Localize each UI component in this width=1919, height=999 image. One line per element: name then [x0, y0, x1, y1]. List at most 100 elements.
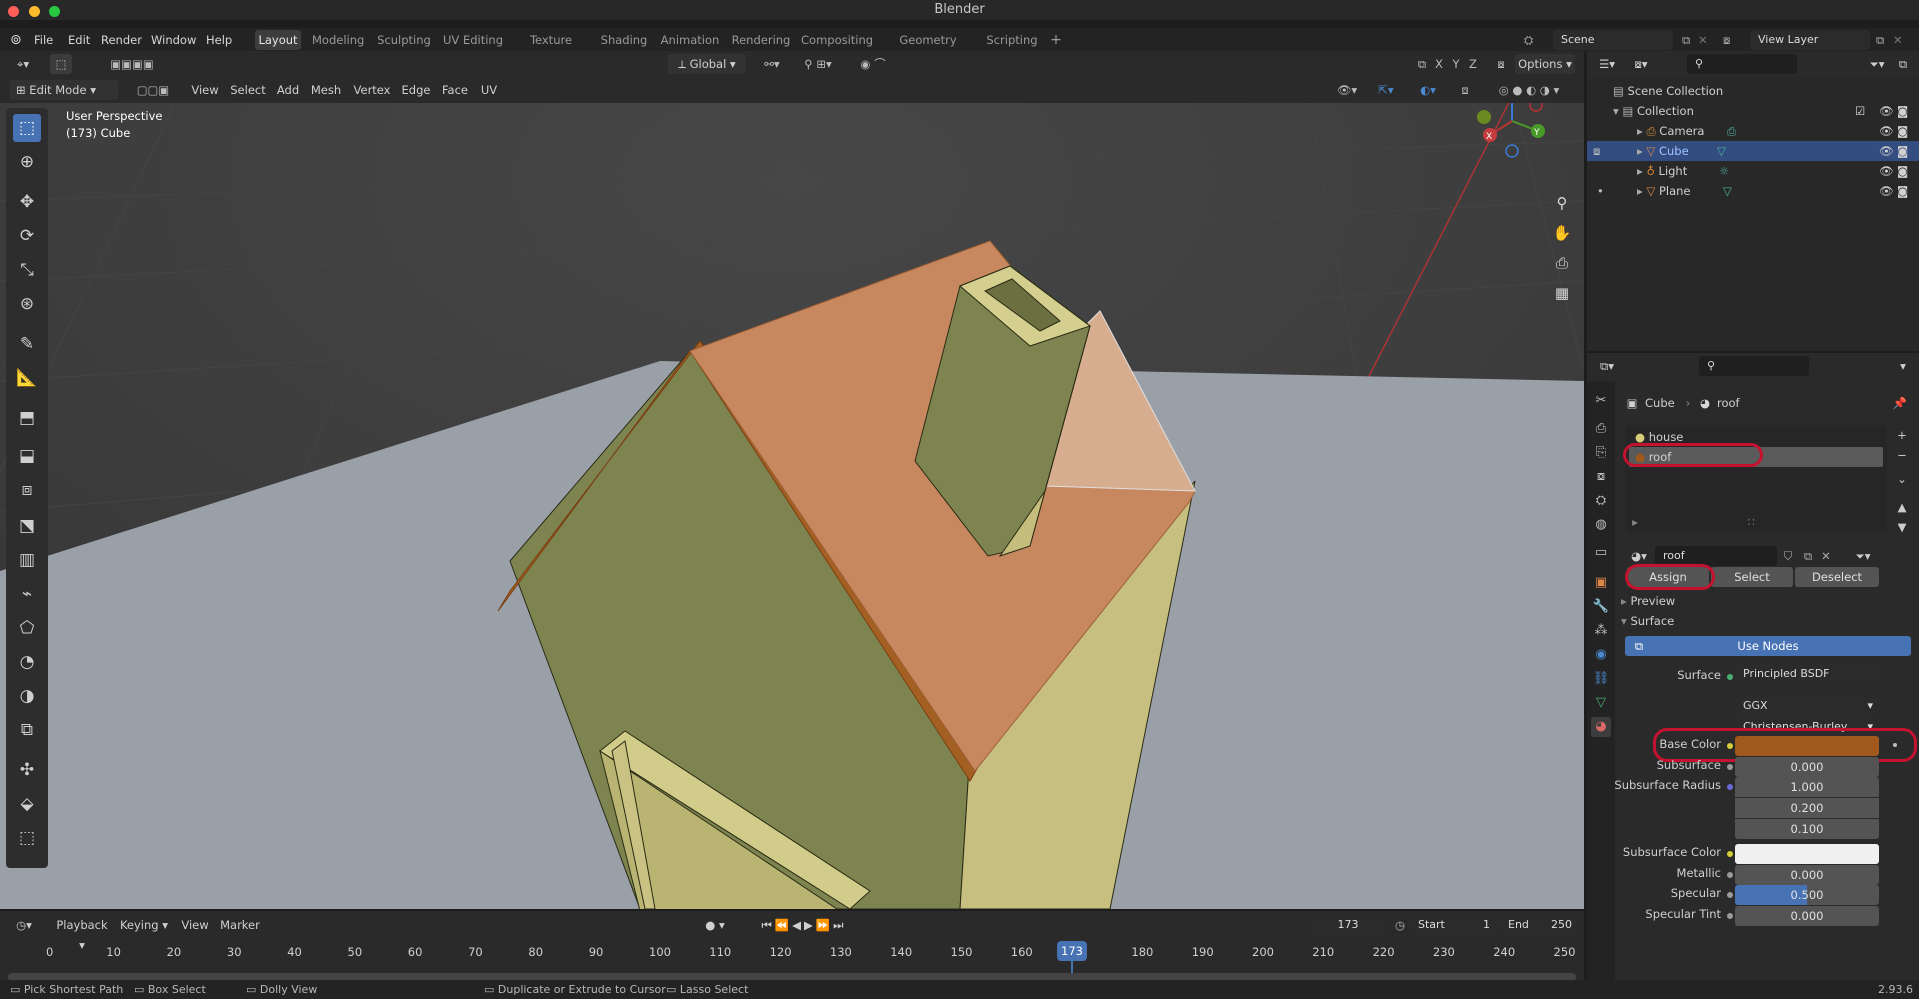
move-slot-up-icon[interactable]: ▲ — [1893, 497, 1911, 517]
gizmo-toggle-icon[interactable]: ⇱▾ — [1368, 80, 1404, 100]
menu-select[interactable]: Select — [230, 80, 266, 100]
menu-help[interactable]: Help — [206, 28, 232, 52]
timeline-ruler[interactable]: 0 10 20 30 40 50 60 70 80 90 100 110 120 130 140 150 160… — [0, 943, 1584, 963]
browse-material-icon[interactable]: ◕▾ — [1625, 546, 1653, 566]
menu-keying[interactable]: Keying ▾ — [118, 915, 170, 935]
knife-icon[interactable]: ⌁ — [13, 580, 41, 608]
tab-modeling[interactable]: Modeling — [312, 30, 364, 50]
shrink-fatten-icon[interactable]: ✣ — [13, 756, 41, 784]
tab-compositing[interactable]: Compositing — [801, 30, 873, 50]
mode-selector[interactable]: ⊞ Edit Mode ▾ — [10, 80, 118, 100]
object-tab-icon[interactable]: ▣ — [1591, 573, 1611, 593]
view-layer-tab-icon[interactable]: ⧇ — [1591, 467, 1611, 487]
clock-icon[interactable]: ◷ — [1392, 915, 1408, 935]
delete-scene-icon[interactable]: ✕ — [1698, 28, 1708, 52]
close-window-button[interactable] — [8, 6, 19, 17]
inset-icon[interactable]: ⧈ — [13, 476, 41, 504]
playback-controls[interactable]: ⏮⏪◀▶⏩⏭ — [746, 915, 862, 935]
rip-region-icon[interactable]: ⬚ — [13, 824, 41, 852]
subsurface-radius-y[interactable]: 0.200 — [1735, 798, 1879, 818]
menu-file[interactable]: File — [34, 28, 53, 52]
transform-icon[interactable]: ⊛ — [13, 290, 41, 318]
maximize-window-button[interactable] — [49, 6, 60, 17]
auto-merge-icon[interactable]: ⧇ — [1492, 54, 1510, 74]
material-name-field[interactable]: roof — [1655, 546, 1777, 566]
menu-view[interactable]: View — [190, 80, 220, 100]
add-cube-icon[interactable]: ⬒ — [13, 404, 41, 432]
outliner-item-plane[interactable]: • ▸ ▽ Plane ▽ 👁 ◙ — [1587, 181, 1919, 201]
render-camera-icon[interactable]: ◙ — [1897, 121, 1908, 141]
link-mode-icon[interactable]: ⏷▾ — [1849, 546, 1877, 566]
render-camera-icon[interactable]: ◙ — [1897, 161, 1908, 181]
select-tool-icon[interactable]: ⬚ — [50, 54, 72, 74]
select-button[interactable]: Select — [1711, 567, 1793, 587]
unlink-material-icon[interactable]: ✕ — [1817, 546, 1835, 566]
subsurface-field[interactable]: 0.000 — [1735, 757, 1879, 777]
snap-icon[interactable]: ⚲ ⊞▾ — [793, 54, 843, 74]
mirror-axis-z[interactable]: Z — [1466, 54, 1480, 74]
minimize-window-button[interactable] — [29, 6, 40, 17]
visibility-eye-icon[interactable]: 👁 — [1879, 101, 1894, 121]
proportional-edit-icon[interactable]: ◉ ⌒ — [853, 54, 893, 74]
tab-sculpting[interactable]: Sculpting — [376, 30, 432, 50]
fake-user-icon[interactable]: ⛉ — [1779, 546, 1797, 566]
current-frame-field[interactable]: 173 — [1308, 915, 1388, 935]
surface-shader-field[interactable]: Principled BSDF — [1735, 664, 1879, 684]
modifier-tab-icon[interactable]: 🔧 — [1591, 597, 1611, 617]
move-icon[interactable]: ✥ — [13, 188, 41, 216]
timeline-editor-icon[interactable]: ◷▾ — [10, 915, 38, 935]
select-box-icon[interactable]: ⬚ — [13, 114, 41, 142]
perspective-grid-icon[interactable]: ▦ — [1548, 279, 1576, 307]
world-tab-icon[interactable]: ◍ — [1591, 515, 1611, 535]
pin-icon[interactable]: 📌 — [1891, 393, 1909, 413]
tab-shading[interactable]: Shading — [599, 30, 649, 50]
subsurface-radius-x[interactable]: 1.000 — [1735, 777, 1879, 797]
pan-hand-icon[interactable]: ✋ — [1548, 219, 1576, 247]
pivot-icon[interactable]: ⚯▾ — [755, 54, 789, 74]
smooth-icon[interactable]: ◑ — [13, 682, 41, 710]
outliner-display-mode-icon[interactable]: ⧇▾ — [1627, 54, 1655, 74]
data-tab-icon[interactable]: ▽ — [1591, 693, 1611, 713]
outliner-filter-icon[interactable]: ⏷▾ — [1863, 54, 1891, 74]
visibility-eye-icon[interactable]: 👁 — [1879, 161, 1894, 181]
spin-icon[interactable]: ◔ — [13, 648, 41, 676]
menu-add[interactable]: Add — [276, 80, 300, 100]
visibility-eye-icon[interactable]: 👁 — [1879, 121, 1894, 141]
tab-geometry-nodes[interactable]: Geometry Nodes — [882, 30, 974, 67]
loop-cut-icon[interactable]: ▥ — [13, 546, 41, 574]
outliner-search[interactable]: ⚲ — [1687, 54, 1797, 74]
bevel-icon[interactable]: ⬔ — [13, 512, 41, 540]
metallic-field[interactable]: 0.000 — [1735, 865, 1879, 885]
view-layer-icon[interactable]: ⧇ — [1723, 28, 1730, 52]
render-camera-icon[interactable]: ◙ — [1897, 141, 1908, 161]
scene-tab-icon[interactable]: ⛭ — [1591, 491, 1611, 511]
tab-uv-editing[interactable]: UV Editing — [443, 30, 503, 50]
view-layer-selector[interactable]: View Layer — [1750, 30, 1870, 50]
menu-edge[interactable]: Edge — [400, 80, 432, 100]
tab-scripting[interactable]: Scripting — [985, 30, 1039, 50]
3d-viewport[interactable]: Z Y X ⌖▾ ⬚ ▣▣▣▣ ⟂ Global ▾ ⚯▾ ⚲ ⊞▾ ◉ ⌒ ⧉… — [0, 51, 1584, 909]
delete-view-layer-icon[interactable]: ✕ — [1893, 28, 1903, 52]
transform-orientation[interactable]: ⟂ Global ▾ — [668, 54, 746, 74]
annotate-icon[interactable]: ✎ — [13, 330, 41, 358]
visibility-icon[interactable]: 👁▾ — [1330, 80, 1364, 100]
menu-mesh[interactable]: Mesh — [310, 80, 342, 100]
blender-logo-icon[interactable]: ⊚ — [10, 28, 22, 52]
output-tab-icon[interactable]: ⎘ — [1591, 443, 1611, 463]
record-icon[interactable]: ● ▾ — [700, 915, 730, 935]
slot-specials-icon[interactable]: ⌄ — [1893, 469, 1911, 489]
properties-search[interactable]: ⚲ — [1699, 356, 1809, 376]
extrude-icon[interactable]: ⬓ — [13, 442, 41, 470]
menu-playback[interactable]: Playback ▾ — [52, 915, 112, 952]
outliner-item-light[interactable]: ▸ ♁ Light ☼ 👁 ◙ — [1587, 161, 1919, 181]
tab-layout[interactable]: Layout — [255, 30, 301, 50]
particles-tab-icon[interactable]: ⁂ — [1591, 621, 1611, 641]
start-frame-field[interactable]: Start 1 — [1410, 915, 1498, 935]
deselect-button[interactable]: Deselect — [1795, 567, 1879, 587]
outliner-item-camera[interactable]: ▸ ⎙ Camera ⎙ 👁 ◙ — [1587, 121, 1919, 141]
duplicate-material-icon[interactable]: ⧉ — [1799, 546, 1817, 566]
physics-tab-icon[interactable]: ◉ — [1591, 645, 1611, 665]
outliner-editor-icon[interactable]: ☰▾ — [1593, 54, 1621, 74]
menu-render[interactable]: Render — [101, 28, 142, 52]
menu-vertex[interactable]: Vertex — [352, 80, 392, 100]
